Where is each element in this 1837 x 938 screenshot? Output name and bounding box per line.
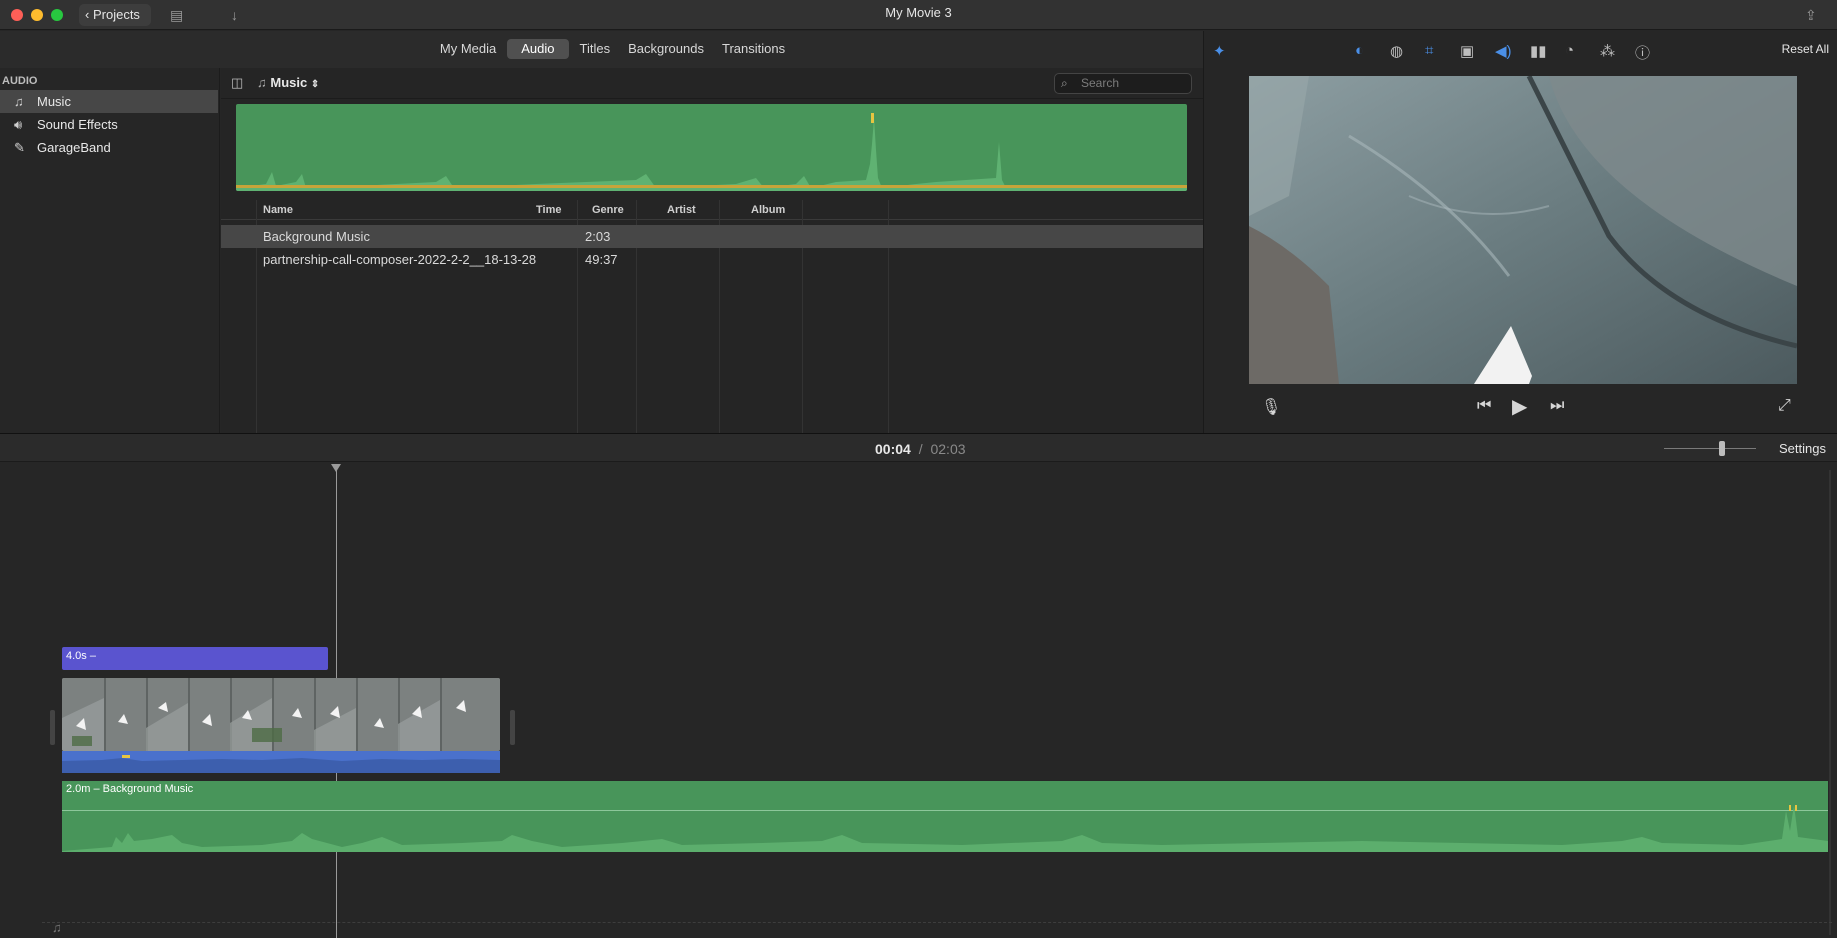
tab-backgrounds[interactable]: Backgrounds [621,39,711,59]
clip-trim-handle-left[interactable] [50,710,55,745]
tab-my-media[interactable]: My Media [433,39,503,59]
speaker-icon: 🔊︎ [14,117,23,132]
search-placeholder: Search [1081,76,1120,90]
tab-audio[interactable]: Audio [507,39,569,59]
play-icon[interactable]: ▶ [1512,394,1527,419]
clip-trim-handle-right[interactable] [510,710,515,745]
skip-back-icon[interactable]: ⏮︎ [1477,397,1491,415]
video-clip-audio-waveform[interactable] [62,751,500,773]
waveform-graphic [236,113,1187,191]
column-header-time[interactable]: Time [536,204,561,216]
tab-transitions[interactable]: Transitions [715,39,792,59]
window-title: My Movie 3 [885,5,952,20]
sidebar-item-label: GarageBand [37,140,111,155]
timecode-display: 00:04 / 02:03 [875,441,966,457]
music-icon: ♫ [257,75,267,90]
music-source-label: Music [270,75,308,90]
viewer-panel: ✦ ◐ ◍ ⌗ ▣ ◀) ▮▮ ◔ ⁂ ⓘ Reset All 🎙︎ ⏮︎ ▶ … [1203,31,1837,433]
column-header-genre[interactable]: Genre [592,204,624,216]
color-correction-icon[interactable]: ◍ [1390,42,1403,60]
timeline-zoom-track[interactable] [1664,448,1756,449]
sidebar-item-sound-effects[interactable]: 🔊︎ Sound Effects [0,113,220,136]
sidebar-heading: AUDIO [2,75,38,87]
column-header-name[interactable]: Name [263,204,293,216]
timeline-zoom-slider[interactable] [1719,441,1725,456]
row-time: 49:37 [585,252,618,267]
column-header-album[interactable]: Album [751,204,785,216]
media-tab-bar: My Media Audio Titles Backgrounds Transi… [0,31,1203,68]
tab-titles[interactable]: Titles [573,39,618,59]
timecode-bar: 00:04 / 02:03 Settings [0,433,1837,462]
row-name: Background Music [263,229,370,244]
fullscreen-icon[interactable]: ⤢ [1778,397,1791,415]
title-clip[interactable]: 4.0s – [62,647,328,670]
audio-sidebar: AUDIO ♫ Music 🔊︎ Sound Effects ✎ GarageB… [0,68,220,433]
sidebar-toggle-icon[interactable]: ◫ [231,75,243,91]
table-row[interactable]: Background Music 2:03 [221,225,1203,248]
search-input[interactable]: ⌕ Search [1054,73,1192,94]
title-bar: ‹ Projects ▤ ↓ My Movie 3 ⇪ [0,0,1837,30]
table-row[interactable]: partnership-call-composer-2022-2-2__18-1… [221,248,1203,271]
video-clip[interactable] [62,678,500,751]
row-name: partnership-call-composer-2022-2-2__18-1… [263,252,537,267]
stabilization-icon[interactable]: ▣ [1460,42,1474,60]
video-frame-image [1249,76,1797,384]
guitar-icon: ✎ [14,140,25,155]
background-music-clip[interactable]: 2.0m – Background Music [62,781,1828,852]
video-clip-thumbnails [62,678,500,751]
current-time: 00:04 [875,441,911,457]
timeline-scrollbar[interactable] [1829,470,1831,935]
color-balance-icon[interactable]: ◐ [1355,42,1364,59]
noise-reduction-icon[interactable]: ▮▮ [1530,42,1547,60]
audio-waveform-preview[interactable] [236,104,1187,191]
time-separator: / [918,441,923,457]
sidebar-item-label: Music [37,94,71,109]
table-header: Name Time Genre Artist Album [221,200,1203,220]
search-icon: ⌕ [1061,76,1068,90]
clip-filter-icon[interactable]: ⁂ [1600,42,1615,60]
magic-wand-icon[interactable]: ✦ [1213,42,1226,60]
sidebar-item-label: Sound Effects [37,117,118,132]
skip-forward-icon[interactable]: ⏭︎ [1550,397,1564,415]
media-tabs: My Media Audio Titles Backgrounds Transi… [0,39,1203,59]
total-time: 02:03 [930,441,966,457]
browser-toolbar: ◫ ♫ Music ⇕ ⌕ Search [221,68,1203,99]
music-source-popup[interactable]: ♫ Music ⇕ [257,75,319,90]
music-waveform [62,805,1828,852]
reset-all-button[interactable]: Reset All [1782,42,1829,56]
microphone-icon[interactable]: 🎙︎ [1261,397,1281,417]
column-header-artist[interactable]: Artist [667,204,696,216]
speed-icon[interactable]: ◔ [1565,42,1574,59]
timeline-settings-button[interactable]: Settings [1779,441,1826,456]
video-preview[interactable] [1249,76,1797,384]
volume-icon[interactable]: ◀) [1495,42,1512,60]
up-down-chevron-icon: ⇕ [310,79,320,90]
share-icon[interactable]: ⇪ [1805,7,1817,24]
clip-audio-graphic [62,755,500,773]
sidebar-item-music[interactable]: ♫ Music [0,90,218,113]
sidebar-item-garageband[interactable]: ✎ GarageBand [0,136,220,159]
crop-icon[interactable]: ⌗ [1425,42,1433,59]
row-time: 2:03 [585,229,611,244]
info-icon[interactable]: ⓘ [1635,42,1650,63]
music-icon: ♫ [14,94,24,109]
title-clip-label: 4.0s – [66,650,96,662]
music-well[interactable] [42,922,1832,923]
audio-browser: ◫ ♫ Music ⇕ ⌕ Search Name Time Genre Art… [221,68,1203,433]
